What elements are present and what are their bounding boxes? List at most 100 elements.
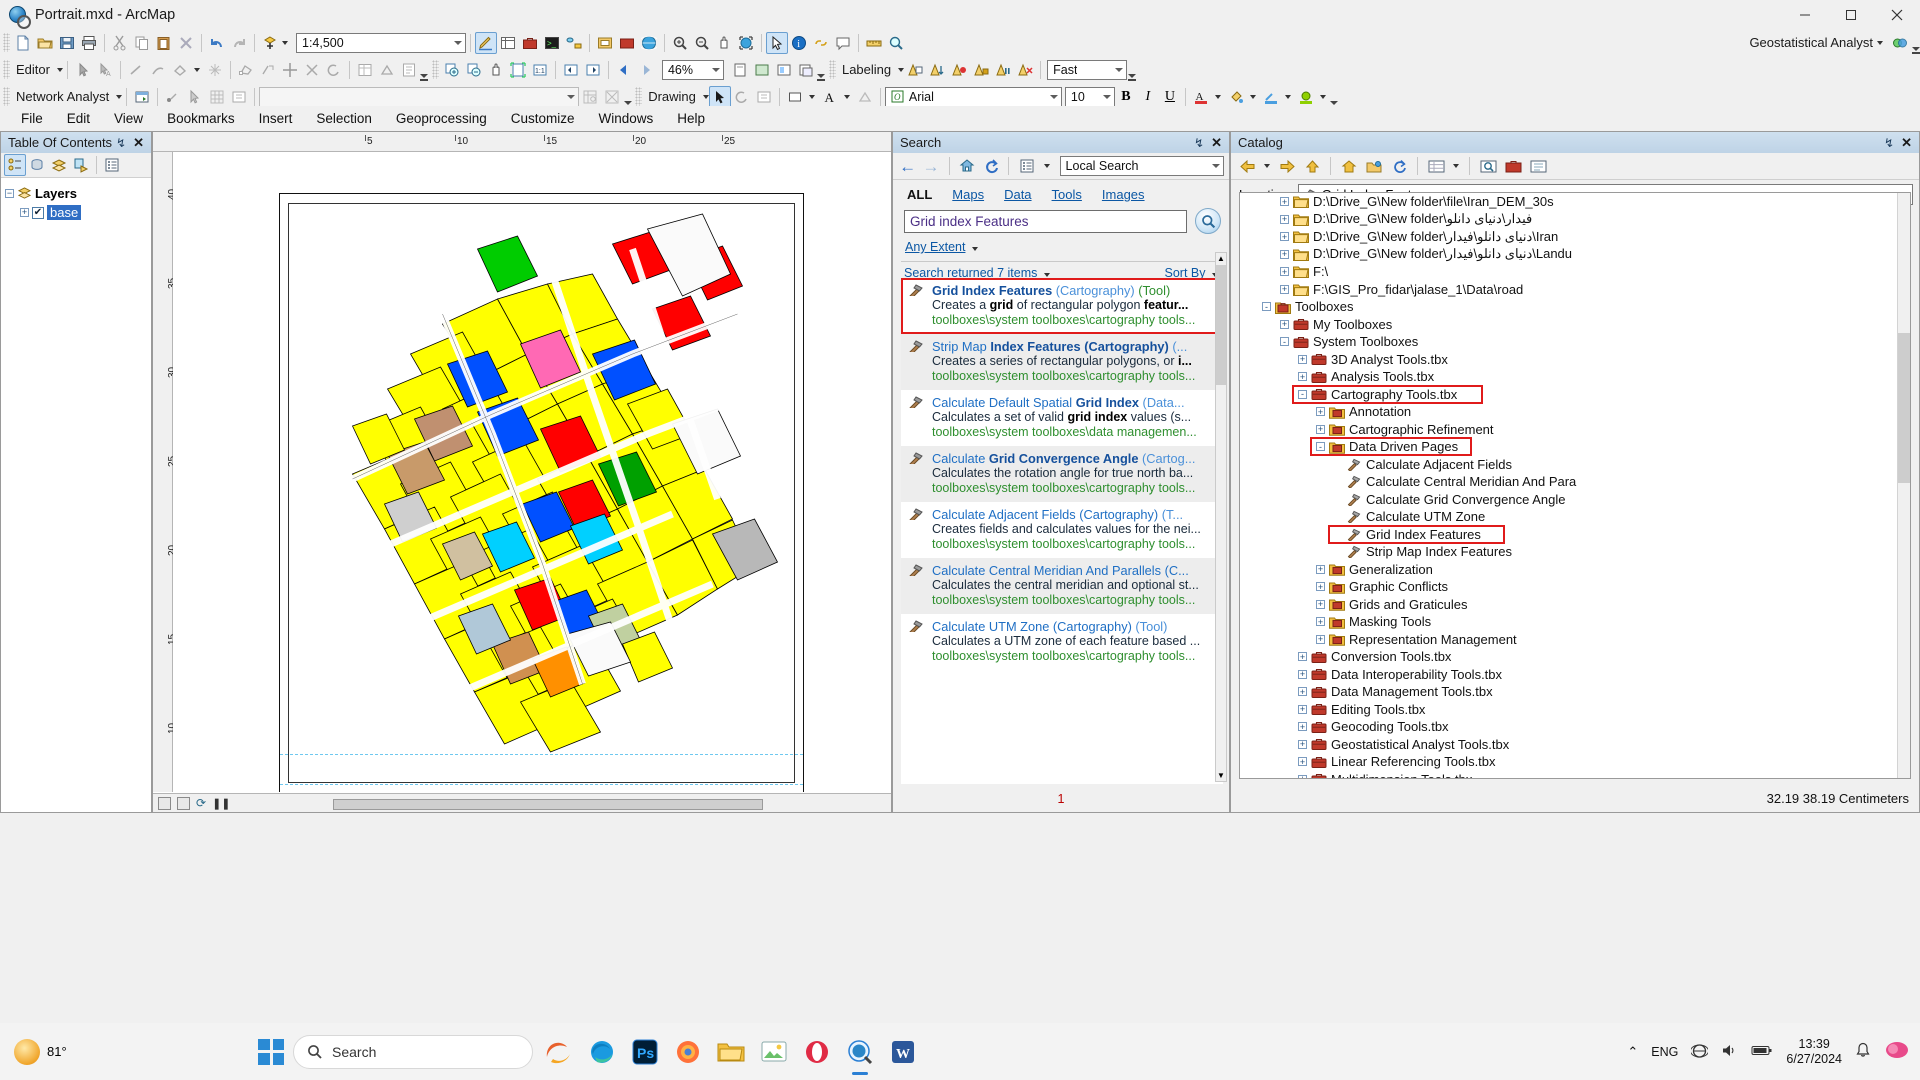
menu-selection[interactable]: Selection bbox=[304, 108, 384, 129]
catalog-tree-item[interactable]: + Representation Management bbox=[1240, 631, 1910, 649]
catalog-tree-item[interactable]: + Multidimension Tools.tbx bbox=[1240, 771, 1910, 778]
drawing-dropdown-arrow[interactable] bbox=[702, 94, 709, 99]
taskbar-clock[interactable]: 13:39 6/27/2024 bbox=[1786, 1037, 1842, 1067]
catalog-back-dropdown-arrow[interactable] bbox=[1264, 164, 1270, 168]
tree-expand-toggle[interactable]: + bbox=[1316, 424, 1325, 434]
zoom-percent-combo[interactable]: 46% bbox=[661, 59, 724, 80]
labeling-menu[interactable]: Labeling bbox=[838, 60, 895, 79]
search-back-button[interactable]: ← bbox=[898, 155, 917, 177]
catalog-connect-folder-icon[interactable] bbox=[1363, 155, 1385, 177]
search-result-title[interactable]: Strip Map Index Features (Cartography) (… bbox=[932, 339, 1195, 354]
notifications-icon[interactable] bbox=[1855, 1042, 1871, 1061]
text-color-icon[interactable]: A bbox=[819, 86, 841, 108]
toc-options-icon[interactable] bbox=[101, 154, 123, 176]
toolbar-grip[interactable] bbox=[3, 87, 10, 106]
catalog-tree-item[interactable]: + Annotation bbox=[1240, 403, 1910, 421]
table-icon[interactable] bbox=[497, 32, 519, 54]
windows-start-icon[interactable] bbox=[258, 1038, 284, 1065]
editor-toolbar-overflow[interactable] bbox=[420, 59, 429, 81]
catalog-tree-item[interactable]: - System Toolboxes bbox=[1240, 333, 1910, 351]
edit-tool-arrow-icon[interactable] bbox=[72, 59, 94, 81]
python-window-icon[interactable]: >_ bbox=[541, 32, 563, 54]
zoom-in-fixed-icon[interactable] bbox=[441, 59, 463, 81]
menu-customize[interactable]: Customize bbox=[499, 108, 587, 129]
file-explorer-icon[interactable] bbox=[714, 1035, 748, 1069]
search-result-item[interactable]: Calculate Default Spatial Grid Index (Da… bbox=[901, 390, 1223, 446]
font-color-dropdown-arrow[interactable] bbox=[1214, 94, 1221, 99]
toolbar-grip[interactable] bbox=[635, 87, 643, 106]
pause-icon[interactable]: ❚❚ bbox=[212, 797, 230, 810]
toc-root-row[interactable]: − Layers bbox=[5, 184, 147, 203]
any-extent-link[interactable]: Any Extent bbox=[905, 240, 965, 254]
any-extent-dropdown-arrow[interactable] bbox=[971, 247, 978, 251]
page-canvas[interactable] bbox=[173, 152, 891, 792]
reshape-feature-icon[interactable] bbox=[257, 59, 279, 81]
search-result-title[interactable]: Calculate Central Meridian And Parallels… bbox=[932, 563, 1199, 578]
toc-layer-tree[interactable]: − Layers + base bbox=[1, 178, 151, 812]
search-result-title[interactable]: Calculate Grid Convergence Angle (Cartog… bbox=[932, 451, 1195, 466]
tree-expand-toggle[interactable]: + bbox=[1298, 739, 1307, 749]
snapping-icon[interactable] bbox=[204, 59, 226, 81]
edit-vertices-icon[interactable] bbox=[235, 59, 257, 81]
italic-button[interactable]: I bbox=[1137, 86, 1159, 108]
catalog-forward-icon[interactable] bbox=[1276, 155, 1298, 177]
rotate-element-icon[interactable] bbox=[731, 86, 753, 108]
measure-icon[interactable] bbox=[863, 32, 885, 54]
cut-icon[interactable] bbox=[109, 32, 131, 54]
tree-expand-toggle[interactable]: - bbox=[1280, 337, 1289, 347]
fill-bucket-icon[interactable] bbox=[1225, 86, 1247, 108]
refresh-icon[interactable]: ⟳ bbox=[196, 796, 206, 810]
search-tab-images[interactable]: Images bbox=[1102, 187, 1145, 202]
toggle-draft-mode-icon[interactable] bbox=[729, 59, 751, 81]
toc-layer-row[interactable]: + base bbox=[5, 203, 147, 222]
data-driven-pages-icon[interactable] bbox=[795, 59, 817, 81]
search-results-scrollbar[interactable]: ▲ ▼ bbox=[1215, 252, 1227, 782]
network-dataset-combo[interactable] bbox=[259, 86, 580, 107]
arcglobe-icon[interactable] bbox=[638, 32, 660, 54]
scrollbar-thumb[interactable] bbox=[1898, 333, 1910, 483]
marker-color-icon[interactable] bbox=[1295, 86, 1317, 108]
attributes-icon[interactable] bbox=[354, 59, 376, 81]
language-indicator[interactable]: ENG bbox=[1651, 1045, 1678, 1059]
toc-layer-checkbox[interactable] bbox=[32, 206, 44, 219]
tree-expand-toggle[interactable]: + bbox=[1280, 197, 1289, 207]
toc-root-toggle[interactable]: − bbox=[5, 189, 14, 198]
tree-expand-toggle[interactable]: + bbox=[1316, 407, 1325, 417]
rotate-icon[interactable] bbox=[323, 59, 345, 81]
tree-expand-toggle[interactable]: + bbox=[1298, 652, 1307, 662]
menu-help[interactable]: Help bbox=[665, 108, 717, 129]
tree-expand-toggle[interactable]: + bbox=[1316, 582, 1325, 592]
search-result-title[interactable]: Calculate Adjacent Fields (Cartography) … bbox=[932, 507, 1201, 522]
data-view-icon[interactable] bbox=[177, 796, 190, 810]
bold-button[interactable]: B bbox=[1115, 86, 1137, 108]
underline-button[interactable]: U bbox=[1159, 86, 1181, 108]
catalog-tree-item[interactable]: Calculate Grid Convergence Angle bbox=[1240, 491, 1910, 509]
catalog-tree-item[interactable]: + Grids and Graticules bbox=[1240, 596, 1910, 614]
element-properties-icon[interactable] bbox=[753, 86, 775, 108]
create-features-icon[interactable] bbox=[398, 59, 420, 81]
catalog-tree-item[interactable]: - Data Driven Pages bbox=[1240, 437, 1910, 456]
tree-expand-toggle[interactable]: + bbox=[1298, 774, 1307, 778]
focus-data-frame-icon[interactable] bbox=[751, 59, 773, 81]
tree-expand-toggle[interactable]: + bbox=[1316, 634, 1325, 644]
catalog-tree-item[interactable]: + D:\Drive_G\New folder\دنیای دانلو\فیدار… bbox=[1240, 246, 1910, 264]
catalog-tree-item[interactable]: + Data Management Tools.tbx bbox=[1240, 683, 1910, 701]
tree-expand-toggle[interactable]: - bbox=[1298, 389, 1307, 399]
toolbar-grip[interactable] bbox=[3, 60, 10, 79]
photos-icon[interactable] bbox=[757, 1035, 791, 1069]
directions-window-icon[interactable] bbox=[228, 86, 250, 108]
zoom-in-tool-icon[interactable] bbox=[669, 32, 691, 54]
trace-icon[interactable] bbox=[169, 59, 191, 81]
search-options-icon[interactable] bbox=[1017, 155, 1036, 177]
drawing-menu[interactable]: Drawing bbox=[644, 87, 700, 106]
geostatistical-analyst-menu[interactable]: Geostatistical Analyst bbox=[1745, 33, 1877, 52]
catalog-tree-item[interactable]: + D:\Drive_G\New folder\دنیای دانلو\فیدار… bbox=[1240, 228, 1910, 246]
menu-geoprocessing[interactable]: Geoprocessing bbox=[384, 108, 499, 129]
print-icon[interactable] bbox=[78, 32, 100, 54]
network-analyst-dropdown-arrow[interactable] bbox=[116, 94, 123, 99]
editor-menu[interactable]: Editor bbox=[12, 60, 54, 79]
catalog-tree-item[interactable]: + Linear Referencing Tools.tbx bbox=[1240, 753, 1910, 771]
select-network-location-icon[interactable] bbox=[184, 86, 206, 108]
catalog-tree-item[interactable]: + Graphic Conflicts bbox=[1240, 578, 1910, 596]
search-extent-filter[interactable]: Any Extent bbox=[893, 234, 1229, 259]
